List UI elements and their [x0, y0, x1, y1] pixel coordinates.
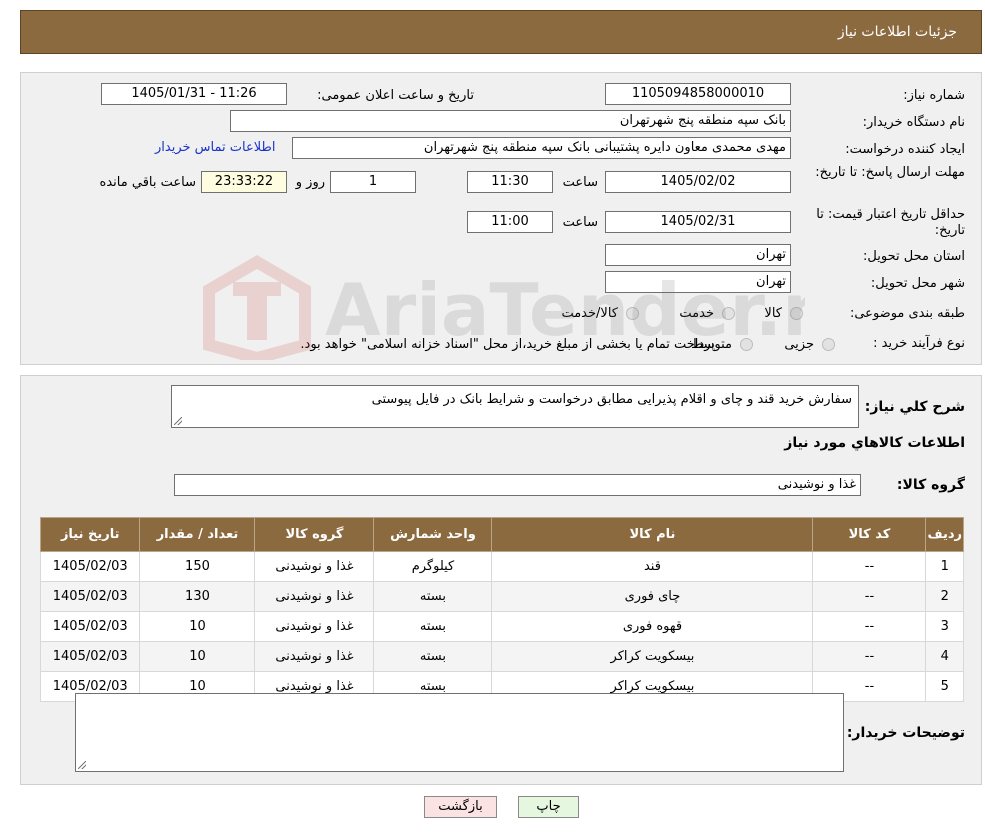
- validity-label: حداقل تاریخ اعتبار قیمت: تا تاریخ:: [816, 207, 965, 238]
- category-label: طبقه بندی موضوعی:: [849, 306, 965, 321]
- deadline-time-label: ساعت: [562, 175, 598, 190]
- cell-qty: 10: [139, 611, 256, 642]
- need-number-field: 1105094858000010: [605, 83, 791, 105]
- cell-row: 2: [925, 581, 964, 612]
- cell-unit: بسته: [373, 611, 493, 642]
- page-title: جزئیات اطلاعات نیاز: [837, 24, 957, 40]
- deadline-label: مهلت ارسال پاسخ: تا تاریخ:: [815, 165, 965, 180]
- process-medium-radio[interactable]: [740, 338, 753, 351]
- cell-code: --: [812, 551, 927, 582]
- cell-qty: 10: [139, 641, 256, 672]
- resize-grip-icon[interactable]: [78, 761, 86, 769]
- table-row: 1 -- قند کیلوگرم غذا و نوشیدنی 150 1405/…: [39, 551, 964, 582]
- col-qty-header: تعداد / مقدار: [139, 517, 256, 552]
- cell-row: 4: [925, 641, 964, 672]
- cell-code: --: [812, 581, 927, 612]
- page-header: جزئیات اطلاعات نیاز: [20, 10, 982, 54]
- process-label: نوع فرآیند خرید :: [873, 336, 965, 351]
- cell-row: 1: [925, 551, 964, 582]
- category-goods-label: کالا: [764, 306, 782, 321]
- cell-qty: 150: [139, 551, 256, 582]
- cell-group: غذا و نوشیدنی: [254, 641, 375, 672]
- days-field: 1: [330, 171, 416, 193]
- table-row: 3 -- قهوه فوری بسته غذا و نوشیدنی 10 140…: [39, 611, 964, 642]
- category-goods-service-radio[interactable]: [626, 307, 639, 320]
- resize-grip-icon[interactable]: [174, 417, 182, 425]
- items-section-title: اطلاعات کالاهاي مورد نياز: [784, 435, 965, 451]
- days-label: روز و: [295, 175, 325, 190]
- cell-name: قند: [491, 551, 814, 582]
- table-row: 2 -- چای فوری بسته غذا و نوشیدنی 130 140…: [39, 581, 964, 612]
- deadline-time-field: 11:30: [467, 171, 553, 193]
- summary-text: سفارش خرید قند و چای و اقلام پذیرایی مطا…: [371, 392, 852, 407]
- cell-unit: بسته: [373, 641, 493, 672]
- cell-name: چای فوری: [491, 581, 814, 612]
- cell-date: 1405/02/03: [39, 581, 141, 612]
- col-group-header: گروه کالا: [254, 517, 375, 552]
- cell-group: غذا و نوشیدنی: [254, 611, 375, 642]
- province-field: تهران: [605, 244, 791, 266]
- print-button[interactable]: چاپ: [518, 796, 579, 818]
- category-service-label: خدمت: [679, 306, 714, 321]
- buyer-notes-label: توضیحات خریدار:: [846, 725, 965, 741]
- announce-label: تاریخ و ساعت اعلان عمومی:: [317, 88, 474, 103]
- summary-label: شرح کلي نياز:: [864, 399, 965, 415]
- validity-time-field: 11:00: [467, 211, 553, 233]
- cell-date: 1405/02/03: [39, 611, 141, 642]
- need-number-label: شماره نیاز:: [903, 88, 965, 103]
- cell-code: --: [812, 611, 927, 642]
- buyer-org-field: بانک سپه منطقه پنج شهرتهران: [230, 110, 791, 132]
- cell-unit: کیلوگرم: [373, 551, 493, 582]
- cell-name: قهوه فوری: [491, 611, 814, 642]
- process-small-radio[interactable]: [822, 338, 835, 351]
- back-button[interactable]: بازگشت: [424, 796, 497, 818]
- cell-date: 1405/02/03: [39, 551, 141, 582]
- city-field: تهران: [605, 271, 791, 293]
- summary-textarea[interactable]: سفارش خرید قند و چای و اقلام پذیرایی مطا…: [171, 385, 859, 428]
- table-row: 4 -- بیسکویت کراکر بسته غذا و نوشیدنی 10…: [39, 641, 964, 672]
- category-goods-service-label: کالا/خدمت: [561, 306, 618, 321]
- remaining-time-field: 23:33:22: [201, 171, 287, 193]
- col-name-header: نام کالا: [491, 517, 814, 552]
- cell-row: 3: [925, 611, 964, 642]
- process-small-label: جزیی: [784, 337, 814, 352]
- goods-group-field: غذا و نوشیدنی: [174, 474, 861, 496]
- deadline-date-field: 1405/02/02: [605, 171, 791, 193]
- cell-date: 1405/02/03: [39, 641, 141, 672]
- remaining-label: ساعت باقي مانده: [99, 175, 196, 190]
- buyer-org-label: نام دستگاه خریدار:: [862, 115, 965, 130]
- announce-field: 1405/01/31 - 11:26: [101, 83, 287, 105]
- city-label: شهر محل تحویل:: [870, 276, 965, 291]
- buyer-contact-link[interactable]: اطلاعات تماس خریدار: [155, 140, 275, 155]
- process-note: پرداخت تمام یا بخشی از مبلغ خرید،از محل …: [300, 337, 715, 352]
- category-service-radio[interactable]: [722, 307, 735, 320]
- cell-group: غذا و نوشیدنی: [254, 581, 375, 612]
- goods-group-label: گروه کالا:: [896, 477, 965, 493]
- col-unit-header: واحد شمارش: [373, 517, 493, 552]
- col-code-header: کد کالا: [812, 517, 927, 552]
- cell-unit: بسته: [373, 581, 493, 612]
- table-header-row: ردیف کد کالا نام کالا واحد شمارش گروه کا…: [39, 517, 964, 552]
- col-date-header: تاریخ نیاز: [39, 517, 141, 552]
- cell-group: غذا و نوشیدنی: [254, 551, 375, 582]
- province-label: استان محل تحویل:: [863, 249, 965, 264]
- cell-code: --: [812, 641, 927, 672]
- category-goods-radio[interactable]: [790, 307, 803, 320]
- cell-row: 5: [925, 671, 964, 702]
- col-row-header: ردیف: [925, 517, 964, 552]
- validity-date-field: 1405/02/31: [605, 211, 791, 233]
- validity-time-label: ساعت: [562, 215, 598, 230]
- items-table: ردیف کد کالا نام کالا واحد شمارش گروه کا…: [39, 517, 964, 702]
- creator-field: مهدی محمدی معاون دایره پشتیبانی بانک سپه…: [292, 137, 791, 159]
- buyer-notes-textarea[interactable]: [75, 693, 844, 772]
- creator-label: ایجاد کننده درخواست:: [845, 142, 965, 157]
- cell-name: بیسکویت کراکر: [491, 641, 814, 672]
- cell-qty: 130: [139, 581, 256, 612]
